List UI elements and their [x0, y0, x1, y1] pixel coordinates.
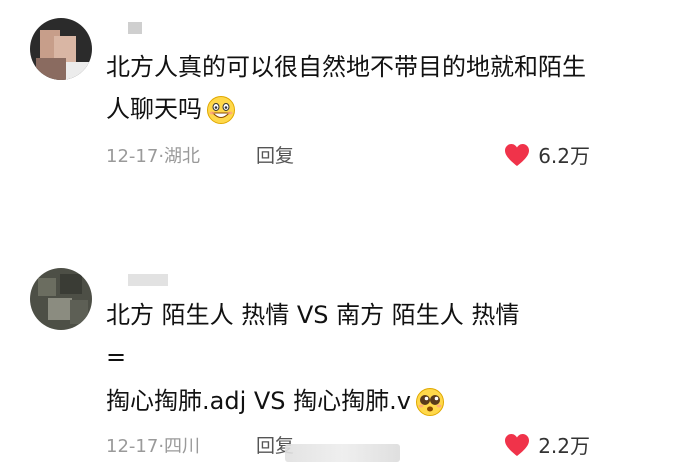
avatar[interactable]	[30, 18, 92, 80]
comment-text-line: 北方 陌生人 热情 VS 南方 陌生人 热情	[106, 301, 520, 329]
comment-text-line: =	[106, 343, 127, 371]
username	[128, 22, 142, 34]
comment-meta: 12-17·湖北	[106, 146, 201, 167]
grinning-face-icon	[207, 96, 235, 124]
comment-date: 12-17	[106, 436, 159, 457]
comment-item: 北方 陌生人 热情 VS 南方 陌生人 热情 = 掏心掏肺.adj VS 掏心掏…	[0, 250, 690, 474]
comment-text-line: 掏心掏肺.adj VS 掏心掏肺.v	[106, 386, 445, 417]
heart-icon	[505, 433, 530, 456]
comment-date: 12-17	[106, 146, 159, 167]
comment-location: 四川	[164, 436, 201, 457]
like-count: 6.2万	[538, 144, 590, 168]
comment-meta: 12-17·四川	[106, 436, 201, 457]
comment-location: 湖北	[164, 146, 201, 167]
comment-text-line: 北方人真的可以很自然地不带目的地就和陌生	[106, 53, 586, 81]
reply-button[interactable]: 回复	[256, 141, 294, 168]
like-button[interactable]: 6.2万	[504, 140, 590, 169]
heart-icon	[505, 143, 530, 166]
like-button[interactable]: 2.2万	[504, 430, 590, 459]
comment-text-line: 人聊天吗	[106, 94, 236, 125]
like-count: 2.2万	[538, 434, 590, 458]
comment-item: 北方人真的可以很自然地不带目的地就和陌生 人聊天吗 12-17·湖北 回复 6.…	[0, 0, 690, 200]
username	[128, 274, 168, 286]
pleading-face-icon	[415, 388, 444, 416]
watermark	[285, 444, 400, 462]
avatar[interactable]	[30, 268, 92, 330]
